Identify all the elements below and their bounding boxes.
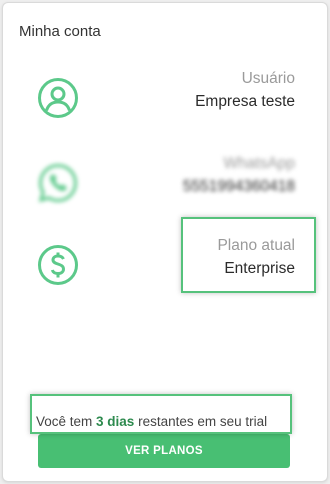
user-label: Usuário bbox=[241, 70, 295, 87]
card-title: Minha conta bbox=[19, 23, 101, 40]
whatsapp-label: WhatsApp bbox=[223, 155, 295, 172]
user-value: Empresa teste bbox=[195, 93, 295, 110]
user-row: Usuário Empresa teste bbox=[3, 68, 329, 128]
view-plans-button[interactable]: VER PLANOS bbox=[38, 434, 290, 468]
dollar-circle-icon bbox=[37, 244, 79, 286]
plan-highlight-box bbox=[181, 217, 316, 293]
user-circle-icon bbox=[37, 77, 79, 119]
whatsapp-value: 5551994360418 bbox=[182, 178, 295, 195]
whatsapp-icon bbox=[37, 162, 79, 204]
trial-highlight-box bbox=[30, 394, 292, 434]
whatsapp-row: WhatsApp 5551994360418 bbox=[3, 153, 329, 213]
